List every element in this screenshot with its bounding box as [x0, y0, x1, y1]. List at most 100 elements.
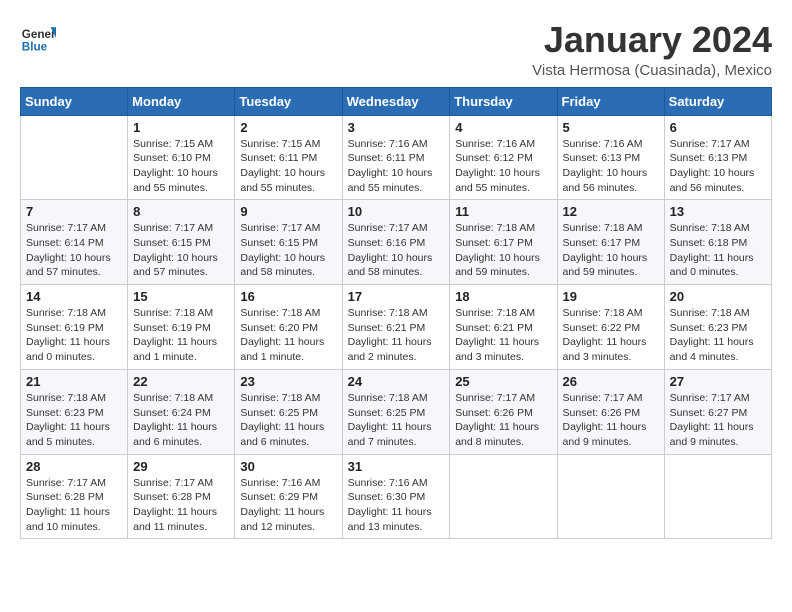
day-number: 11 — [455, 204, 551, 219]
title-area: January 2024 Vista Hermosa (Cuasinada), … — [532, 20, 772, 79]
day-info: Sunrise: 7:18 AM Sunset: 6:25 PM Dayligh… — [240, 391, 336, 450]
calendar-cell: 26 Sunrise: 7:17 AM Sunset: 6:26 PM Dayli… — [557, 369, 664, 454]
day-info: Sunrise: 7:17 AM Sunset: 6:27 PM Dayligh… — [670, 391, 766, 450]
calendar-week-row: 7Sunrise: 7:17 AM Sunset: 6:14 PM Daylig… — [21, 200, 772, 285]
calendar-cell: 23 Sunrise: 7:18 AM Sunset: 6:25 PM Dayli… — [235, 369, 342, 454]
calendar-cell: 12 Sunrise: 7:18 AM Sunset: 6:17 PM Dayli… — [557, 200, 664, 285]
day-number: 4 — [455, 120, 551, 135]
calendar-cell: 16 Sunrise: 7:18 AM Sunset: 6:20 PM Dayli… — [235, 285, 342, 370]
calendar-week-row: 28 Sunrise: 7:17 AM Sunset: 6:28 PM Dayli… — [21, 454, 772, 539]
day-info: Sunrise: 7:17 AM Sunset: 6:15 PM Dayligh… — [240, 221, 336, 280]
day-info: Sunrise: 7:17 AM Sunset: 6:15 PM Dayligh… — [133, 221, 229, 280]
calendar-cell: 18 Sunrise: 7:18 AM Sunset: 6:21 PM Dayli… — [450, 285, 557, 370]
day-info: Sunrise: 7:18 AM Sunset: 6:23 PM Dayligh… — [670, 306, 766, 365]
day-number: 15 — [133, 289, 229, 304]
calendar-header-row: SundayMondayTuesdayWednesdayThursdayFrid… — [21, 87, 772, 115]
day-number: 31 — [348, 459, 445, 474]
day-info: Sunrise: 7:15 AM Sunset: 6:10 PM Dayligh… — [133, 137, 229, 196]
day-info: Sunrise: 7:17 AM Sunset: 6:26 PM Dayligh… — [455, 391, 551, 450]
day-info: Sunrise: 7:17 AM Sunset: 6:16 PM Dayligh… — [348, 221, 445, 280]
day-info: Sunrise: 7:17 AM Sunset: 6:26 PM Dayligh… — [563, 391, 659, 450]
calendar-cell: 31Sunrise: 7:16 AM Sunset: 6:30 PM Dayli… — [342, 454, 450, 539]
weekday-header-tuesday: Tuesday — [235, 87, 342, 115]
calendar-cell: 14 Sunrise: 7:18 AM Sunset: 6:19 PM Dayli… — [21, 285, 128, 370]
day-info: Sunrise: 7:16 AM Sunset: 6:13 PM Dayligh… — [563, 137, 659, 196]
day-number: 14 — [26, 289, 122, 304]
calendar-cell — [21, 115, 128, 200]
day-number: 6 — [670, 120, 766, 135]
calendar-cell: 17 Sunrise: 7:18 AM Sunset: 6:21 PM Dayli… — [342, 285, 450, 370]
day-number: 17 — [348, 289, 445, 304]
day-info: Sunrise: 7:18 AM Sunset: 6:17 PM Dayligh… — [563, 221, 659, 280]
day-number: 13 — [670, 204, 766, 219]
calendar-cell: 19Sunrise: 7:18 AM Sunset: 6:22 PM Dayli… — [557, 285, 664, 370]
location-title: Vista Hermosa (Cuasinada), Mexico — [532, 62, 772, 79]
calendar-cell: 4 Sunrise: 7:16 AM Sunset: 6:12 PM Daylig… — [450, 115, 557, 200]
day-number: 23 — [240, 374, 336, 389]
calendar-cell: 8 Sunrise: 7:17 AM Sunset: 6:15 PM Daylig… — [128, 200, 235, 285]
calendar-table: SundayMondayTuesdayWednesdayThursdayFrid… — [20, 87, 772, 540]
logo-icon: General Blue — [20, 20, 56, 56]
day-number: 22 — [133, 374, 229, 389]
day-number: 12 — [563, 204, 659, 219]
calendar-cell — [450, 454, 557, 539]
day-number: 26 — [563, 374, 659, 389]
day-number: 29 — [133, 459, 229, 474]
day-info: Sunrise: 7:17 AM Sunset: 6:28 PM Dayligh… — [133, 476, 229, 535]
day-info: Sunrise: 7:18 AM Sunset: 6:19 PM Dayligh… — [26, 306, 122, 365]
day-info: Sunrise: 7:18 AM Sunset: 6:23 PM Dayligh… — [26, 391, 122, 450]
day-number: 16 — [240, 289, 336, 304]
svg-text:Blue: Blue — [22, 41, 48, 54]
calendar-cell: 22 Sunrise: 7:18 AM Sunset: 6:24 PM Dayli… — [128, 369, 235, 454]
day-info: Sunrise: 7:17 AM Sunset: 6:13 PM Dayligh… — [670, 137, 766, 196]
calendar-cell: 30 Sunrise: 7:16 AM Sunset: 6:29 PM Dayli… — [235, 454, 342, 539]
calendar-week-row: 1Sunrise: 7:15 AM Sunset: 6:10 PM Daylig… — [21, 115, 772, 200]
day-number: 21 — [26, 374, 122, 389]
day-info: Sunrise: 7:18 AM Sunset: 6:18 PM Dayligh… — [670, 221, 766, 280]
calendar-cell: 3 Sunrise: 7:16 AM Sunset: 6:11 PM Daylig… — [342, 115, 450, 200]
calendar-week-row: 14 Sunrise: 7:18 AM Sunset: 6:19 PM Dayli… — [21, 285, 772, 370]
calendar-cell — [664, 454, 771, 539]
weekday-header-friday: Friday — [557, 87, 664, 115]
svg-text:General: General — [22, 28, 56, 41]
weekday-header-wednesday: Wednesday — [342, 87, 450, 115]
month-title: January 2024 — [532, 20, 772, 60]
calendar-week-row: 21 Sunrise: 7:18 AM Sunset: 6:23 PM Dayli… — [21, 369, 772, 454]
day-number: 18 — [455, 289, 551, 304]
day-info: Sunrise: 7:16 AM Sunset: 6:12 PM Dayligh… — [455, 137, 551, 196]
day-number: 7 — [26, 204, 122, 219]
day-info: Sunrise: 7:18 AM Sunset: 6:22 PM Dayligh… — [563, 306, 659, 365]
day-info: Sunrise: 7:18 AM Sunset: 6:21 PM Dayligh… — [348, 306, 445, 365]
calendar-cell: 25 Sunrise: 7:17 AM Sunset: 6:26 PM Dayli… — [450, 369, 557, 454]
day-number: 10 — [348, 204, 445, 219]
weekday-header-sunday: Sunday — [21, 87, 128, 115]
calendar-cell: 10 Sunrise: 7:17 AM Sunset: 6:16 PM Dayli… — [342, 200, 450, 285]
day-number: 8 — [133, 204, 229, 219]
weekday-header-monday: Monday — [128, 87, 235, 115]
day-info: Sunrise: 7:18 AM Sunset: 6:20 PM Dayligh… — [240, 306, 336, 365]
day-number: 28 — [26, 459, 122, 474]
day-info: Sunrise: 7:17 AM Sunset: 6:28 PM Dayligh… — [26, 476, 122, 535]
calendar-cell: 15Sunrise: 7:18 AM Sunset: 6:19 PM Dayli… — [128, 285, 235, 370]
day-info: Sunrise: 7:18 AM Sunset: 6:25 PM Dayligh… — [348, 391, 445, 450]
day-number: 5 — [563, 120, 659, 135]
day-info: Sunrise: 7:18 AM Sunset: 6:17 PM Dayligh… — [455, 221, 551, 280]
day-info: Sunrise: 7:16 AM Sunset: 6:29 PM Dayligh… — [240, 476, 336, 535]
calendar-cell: 5 Sunrise: 7:16 AM Sunset: 6:13 PM Daylig… — [557, 115, 664, 200]
day-number: 30 — [240, 459, 336, 474]
day-number: 24 — [348, 374, 445, 389]
weekday-header-saturday: Saturday — [664, 87, 771, 115]
day-info: Sunrise: 7:15 AM Sunset: 6:11 PM Dayligh… — [240, 137, 336, 196]
day-number: 3 — [348, 120, 445, 135]
day-number: 2 — [240, 120, 336, 135]
day-number: 20 — [670, 289, 766, 304]
day-info: Sunrise: 7:18 AM Sunset: 6:21 PM Dayligh… — [455, 306, 551, 365]
calendar-cell: 20 Sunrise: 7:18 AM Sunset: 6:23 PM Dayli… — [664, 285, 771, 370]
day-number: 25 — [455, 374, 551, 389]
calendar-cell: 21 Sunrise: 7:18 AM Sunset: 6:23 PM Dayli… — [21, 369, 128, 454]
calendar-cell: 13 Sunrise: 7:18 AM Sunset: 6:18 PM Dayli… — [664, 200, 771, 285]
page-header: General Blue January 2024 Vista Hermosa … — [20, 20, 772, 79]
day-info: Sunrise: 7:18 AM Sunset: 6:24 PM Dayligh… — [133, 391, 229, 450]
day-info: Sunrise: 7:16 AM Sunset: 6:11 PM Dayligh… — [348, 137, 445, 196]
calendar-cell: 7Sunrise: 7:17 AM Sunset: 6:14 PM Daylig… — [21, 200, 128, 285]
